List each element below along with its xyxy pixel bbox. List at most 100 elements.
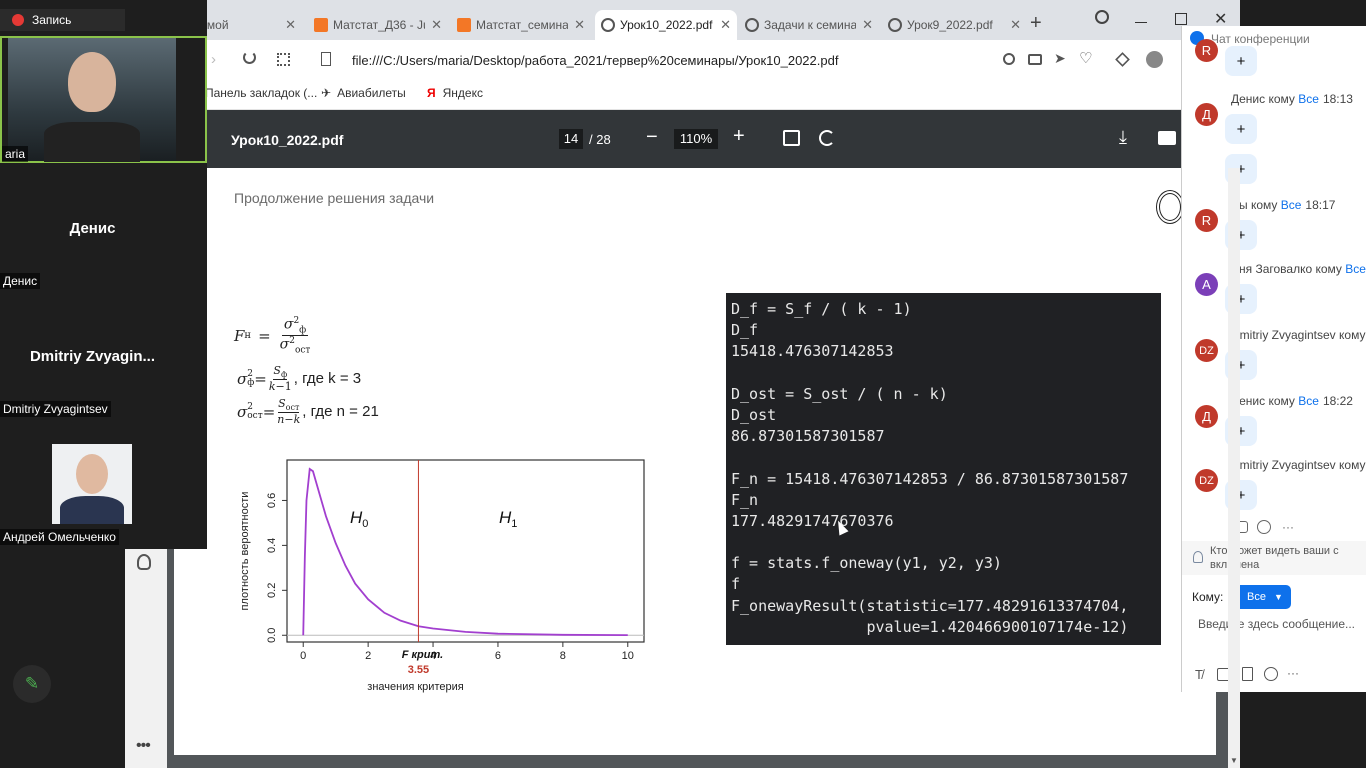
participant-display-name: Dmitriy Zvyagin... <box>29 348 156 365</box>
y-axis-label: плотность вероятности <box>239 492 251 611</box>
close-icon[interactable]: ✕ <box>862 17 873 33</box>
tab-lesson10-pdf[interactable]: Урок10_2022.pdf ✕ <box>595 10 737 40</box>
address-bar-row: › file:///C:/Users/maria/Desktop/работа_… <box>125 40 1240 80</box>
close-icon[interactable]: ✕ <box>431 17 442 33</box>
x-axis-label: значения критерия <box>367 681 463 693</box>
recording-indicator[interactable]: Запись <box>0 9 125 31</box>
tab-tasks[interactable]: Задачи к семина ✕ <box>739 10 879 40</box>
lightbulb-icon[interactable] <box>137 554 151 570</box>
more-icon[interactable]: ··· <box>1282 520 1294 534</box>
pdf-scrollbar[interactable] <box>1228 168 1240 768</box>
format-icon[interactable]: T̸ <box>1195 667 1203 682</box>
avatar: Д <box>1195 405 1218 428</box>
code-line: D_f <box>731 321 759 340</box>
page-total: / 28 <box>589 132 611 147</box>
download-icon[interactable]: ⤓ <box>1119 127 1127 148</box>
formula-fraction: σ2ф σ2ост <box>279 316 311 356</box>
formula-f-observed: Fн = σ2ф σ2ост <box>234 316 311 356</box>
zoom-out-button[interactable]: − <box>646 126 658 149</box>
search-tabs-icon[interactable] <box>1095 10 1109 24</box>
attach-file-icon[interactable] <box>1242 667 1253 681</box>
participant-tile-maria[interactable]: aria <box>0 36 207 163</box>
chevron-down-icon: ▼ <box>1273 592 1283 602</box>
video-andrey <box>52 444 132 524</box>
message-input[interactable]: Введите здесь сообщение... <box>1198 617 1355 631</box>
participant-tile-dmitriy[interactable]: Dmitriy Zvyagin... Dmitriy Zvyagintsev <box>0 294 207 419</box>
jupyter-icon <box>314 18 328 32</box>
camera-icon[interactable] <box>1028 54 1042 65</box>
tab-lesson9-pdf[interactable]: Урок9_2022.pdf ✕ <box>882 10 1027 40</box>
recipient-select[interactable]: Все ▼ <box>1233 585 1291 609</box>
zoom-search-icon[interactable] <box>1003 53 1015 65</box>
python-code-screenshot: D_f = S_f / ( k - 1) D_f 15418.47630714285… <box>726 293 1161 645</box>
globe-icon <box>888 18 902 32</box>
logo-icon <box>1156 190 1184 224</box>
close-icon[interactable]: ✕ <box>1010 17 1021 33</box>
y-tick-label: 0.2 <box>266 583 278 598</box>
fit-page-icon[interactable] <box>783 130 800 146</box>
close-icon[interactable]: ✕ <box>574 17 585 33</box>
message-header: Dmitriy Zvyagintsev кому <box>1231 328 1366 342</box>
box-icon[interactable] <box>1115 52 1130 67</box>
to-label: Кому: <box>1192 590 1224 604</box>
more-options-icon[interactable]: ••• <box>136 737 151 755</box>
more-icon[interactable]: ··· <box>1287 666 1299 680</box>
avatar: Д <box>1195 103 1218 126</box>
message-header: Аня Заговалко кому Все <box>1231 262 1366 276</box>
close-icon[interactable]: ✕ <box>720 17 731 33</box>
h0-label: H0 <box>350 508 368 530</box>
emoji-icon[interactable] <box>1264 667 1278 681</box>
bookmark-aviatickets[interactable]: ✈ Авиабилеты <box>321 86 406 100</box>
print-icon[interactable] <box>1158 131 1176 145</box>
profile-icon[interactable] <box>1146 51 1163 68</box>
send-icon[interactable]: ➤ <box>1054 50 1066 67</box>
scroll-down-icon[interactable]: ▼ <box>1230 756 1238 765</box>
code-line: F_onewayResult(statistic=177.48291613374… <box>731 596 1129 615</box>
forward-icon[interactable]: › <box>211 51 216 68</box>
plane-icon: ✈ <box>321 86 332 100</box>
message-bubble[interactable]: + <box>1225 114 1257 144</box>
participant-name: aria <box>2 146 29 162</box>
code-line: 86.87301587301587 <box>731 427 885 446</box>
y-tick-label: 0.0 <box>266 628 278 643</box>
close-icon[interactable]: ✕ <box>285 17 296 33</box>
bookmarks-panel-link[interactable]: Панель закладок (... <box>205 86 317 100</box>
new-tab-plus-icon[interactable]: + <box>1030 12 1042 35</box>
maximize-icon[interactable] <box>1175 13 1187 25</box>
record-icon <box>12 14 24 26</box>
zoom-in-button[interactable]: + <box>733 125 745 148</box>
tab-matstat-seminar[interactable]: Матстат_семинар ✕ <box>451 10 591 40</box>
person-icon <box>1193 551 1203 563</box>
address-input[interactable]: file:///C:/Users/maria/Desktop/работа_20… <box>352 53 838 68</box>
bookmark-yandex[interactable]: Я Яндекс <box>427 86 483 100</box>
slide-title: Продолжение решения задачи <box>234 190 435 206</box>
rotate-icon[interactable] <box>819 130 835 146</box>
code-line: F_n <box>731 490 759 509</box>
annotate-pen-button[interactable]: ✎ <box>13 665 51 703</box>
emoji-reaction-icon[interactable] <box>1257 520 1271 534</box>
minimize-icon[interactable] <box>1135 22 1147 23</box>
code-line: D_ost <box>731 405 777 424</box>
code-line: f = stats.f_oneway(y1, y2, y3) <box>731 554 1002 573</box>
pdf-filename: Урок10_2022.pdf <box>231 132 344 148</box>
h1-label: H1 <box>499 508 517 530</box>
density-curve <box>302 467 628 637</box>
zoom-input[interactable]: 110% <box>674 129 718 149</box>
tab-matstat-d36[interactable]: Матстат_Д36 - Ju ✕ <box>308 10 448 40</box>
code-line: D_ost = S_ost / ( n - k) <box>731 384 948 403</box>
participant-tile-andrey[interactable]: Андрей Омельченко <box>0 423 207 549</box>
reload-icon[interactable] <box>243 51 256 64</box>
participant-tile-denis[interactable]: Денис Денис <box>0 165 207 290</box>
page-number-input[interactable]: 14 <box>559 129 583 149</box>
heart-icon[interactable]: ♡ <box>1079 49 1092 67</box>
critical-label: F крит. <box>402 649 443 661</box>
tab-bar: Домой ✕ Матстат_Д36 - Ju ✕ Матстат_семин… <box>125 0 1240 40</box>
participant-name: Андрей Омельченко <box>0 529 119 545</box>
x-tick-label: 8 <box>560 650 566 662</box>
grid-icon[interactable] <box>277 53 290 66</box>
message-bubble[interactable]: + <box>1225 46 1257 76</box>
avatar: DZ <box>1195 339 1218 362</box>
